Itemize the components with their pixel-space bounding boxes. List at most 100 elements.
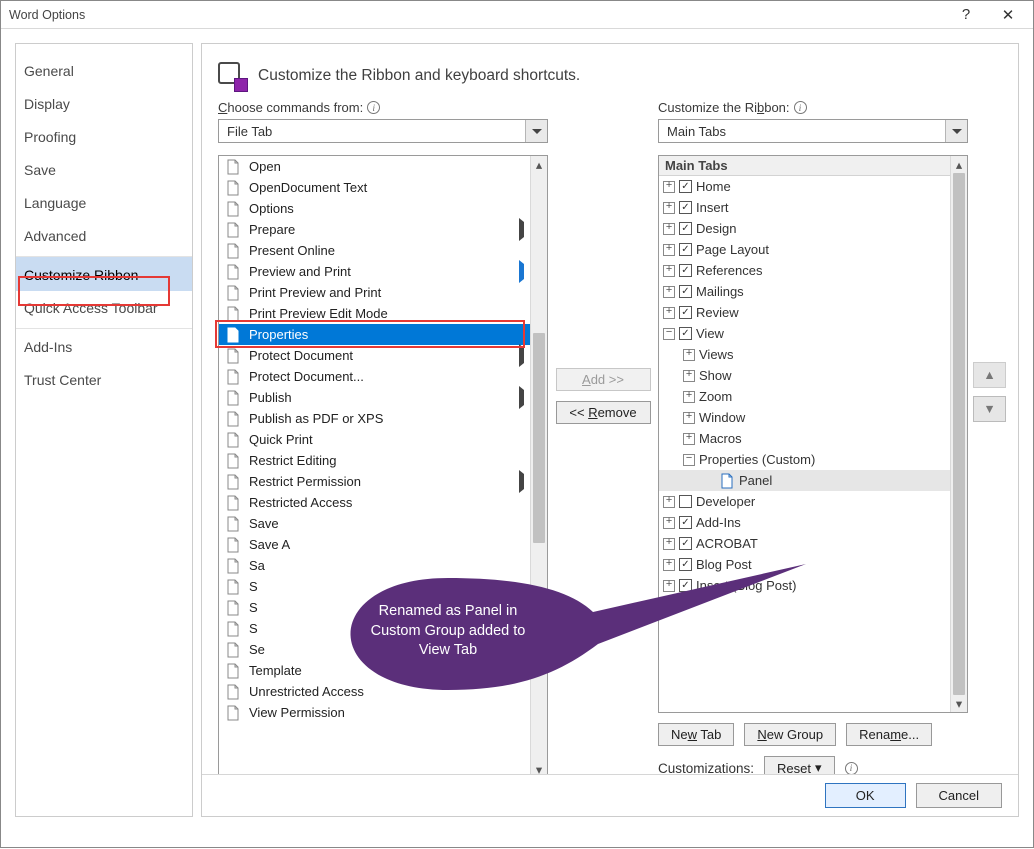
cancel-button[interactable]: Cancel — [916, 783, 1002, 808]
tree-tab[interactable]: +✓References — [659, 260, 950, 281]
expand-toggle[interactable]: + — [663, 538, 675, 550]
expand-toggle[interactable]: + — [663, 181, 675, 193]
move-down-button[interactable]: ▼ — [973, 396, 1006, 422]
tree-tab[interactable]: +✓ACROBAT — [659, 533, 950, 554]
close-button[interactable]: ✕ — [987, 2, 1029, 28]
expand-toggle[interactable]: − — [663, 328, 675, 340]
tree-command[interactable]: +Panel — [659, 470, 950, 491]
remove-button[interactable]: << Remove — [556, 401, 651, 424]
expand-toggle[interactable]: + — [663, 496, 675, 508]
ribbon-tree[interactable]: Main Tabs+✓Home+✓Insert+✓Design+✓Page La… — [658, 155, 968, 713]
commands-scrollbar[interactable]: ▴ ▾ — [530, 156, 547, 778]
nav-item-language[interactable]: Language — [16, 186, 192, 219]
command-item[interactable]: Se — [219, 639, 530, 660]
tree-tab[interactable]: +✓Add-Ins — [659, 512, 950, 533]
command-item[interactable]: Restricted Access — [219, 492, 530, 513]
expand-toggle[interactable]: + — [683, 349, 695, 361]
command-item[interactable]: Prepare — [219, 219, 530, 240]
checkbox-icon[interactable]: ✓ — [679, 285, 692, 298]
nav-item-proofing[interactable]: Proofing — [16, 120, 192, 153]
nav-item-advanced[interactable]: Advanced — [16, 219, 192, 252]
ribbon-scrollbar[interactable]: ▴ ▾ — [950, 156, 967, 712]
tree-tab[interactable]: +✓Blog Post — [659, 554, 950, 575]
command-item[interactable]: Save — [219, 513, 530, 534]
expand-toggle[interactable]: + — [663, 265, 675, 277]
tree-group[interactable]: +Views — [659, 344, 950, 365]
checkbox-icon[interactable]: ✓ — [679, 579, 692, 592]
scroll-up-icon[interactable]: ▴ — [951, 156, 967, 173]
checkbox-icon[interactable]: ✓ — [679, 180, 692, 193]
command-item[interactable]: Template — [219, 660, 530, 681]
tree-group[interactable]: −Properties (Custom) — [659, 449, 950, 470]
command-item[interactable]: Present Online — [219, 240, 530, 261]
tree-group[interactable]: +Macros — [659, 428, 950, 449]
expand-toggle[interactable]: + — [683, 370, 695, 382]
command-item[interactable]: View Permission — [219, 702, 530, 723]
command-item[interactable]: Print Preview and Print — [219, 282, 530, 303]
expand-toggle[interactable]: + — [683, 412, 695, 424]
command-item[interactable]: Properties — [219, 324, 530, 345]
expand-toggle[interactable]: + — [683, 391, 695, 403]
nav-item-display[interactable]: Display — [16, 87, 192, 120]
new-group-button[interactable]: New Group — [744, 723, 836, 746]
command-item[interactable]: Open — [219, 156, 530, 177]
checkbox-icon[interactable]: ✓ — [679, 516, 692, 529]
command-item[interactable]: Unrestricted Access — [219, 681, 530, 702]
nav-item-customize-ribbon[interactable]: Customize Ribbon — [16, 256, 192, 291]
command-item[interactable]: Publish as PDF or XPS — [219, 408, 530, 429]
chevron-down-icon[interactable] — [525, 120, 547, 142]
chevron-down-icon[interactable] — [945, 120, 967, 142]
command-item[interactable]: Save A — [219, 534, 530, 555]
expand-toggle[interactable]: + — [663, 202, 675, 214]
tree-tab[interactable]: +✓Review — [659, 302, 950, 323]
expand-toggle[interactable]: + — [663, 307, 675, 319]
expand-toggle[interactable]: + — [663, 517, 675, 529]
expand-toggle[interactable]: + — [663, 223, 675, 235]
nav-item-trust-center[interactable]: Trust Center — [16, 363, 192, 396]
commands-listbox[interactable]: OpenOpenDocument TextOptionsPreparePrese… — [218, 155, 548, 779]
command-item[interactable]: Print Preview Edit Mode — [219, 303, 530, 324]
tree-tab[interactable]: +✓Page Layout — [659, 239, 950, 260]
nav-item-general[interactable]: General — [16, 54, 192, 87]
expand-toggle[interactable]: + — [663, 244, 675, 256]
expand-toggle[interactable]: + — [663, 559, 675, 571]
command-item[interactable]: Preview and Print — [219, 261, 530, 282]
help-button[interactable]: ? — [945, 2, 987, 28]
tree-group[interactable]: +Window — [659, 407, 950, 428]
tree-group[interactable]: +Zoom — [659, 386, 950, 407]
checkbox-icon[interactable] — [679, 495, 692, 508]
tree-tab[interactable]: +✓Mailings — [659, 281, 950, 302]
command-item[interactable]: S — [219, 618, 530, 639]
expand-toggle[interactable]: + — [663, 286, 675, 298]
checkbox-icon[interactable]: ✓ — [679, 243, 692, 256]
new-tab-button[interactable]: New Tab — [658, 723, 734, 746]
expand-toggle[interactable]: + — [663, 580, 675, 592]
command-item[interactable]: Protect Document — [219, 345, 530, 366]
info-icon[interactable]: i — [367, 101, 380, 114]
command-item[interactable]: Protect Document... — [219, 366, 530, 387]
tree-tab[interactable]: +Developer — [659, 491, 950, 512]
command-item[interactable]: Restrict Editing — [219, 450, 530, 471]
tree-tab[interactable]: +✓Home — [659, 176, 950, 197]
checkbox-icon[interactable]: ✓ — [679, 327, 692, 340]
ok-button[interactable]: OK — [825, 783, 906, 808]
rename-button[interactable]: Rename... — [846, 723, 932, 746]
nav-item-add-ins[interactable]: Add-Ins — [16, 328, 192, 363]
command-item[interactable]: Options — [219, 198, 530, 219]
checkbox-icon[interactable]: ✓ — [679, 558, 692, 571]
checkbox-icon[interactable]: ✓ — [679, 264, 692, 277]
nav-item-quick-access-toolbar[interactable]: Quick Access Toolbar — [16, 291, 192, 324]
info-icon[interactable]: i — [845, 762, 858, 775]
customize-ribbon-combo[interactable]: Main Tabs — [658, 119, 968, 143]
info-icon[interactable]: i — [794, 101, 807, 114]
command-item[interactable]: S — [219, 576, 530, 597]
tree-tab[interactable]: −✓View — [659, 323, 950, 344]
nav-item-save[interactable]: Save — [16, 153, 192, 186]
choose-commands-combo[interactable]: File Tab — [218, 119, 548, 143]
command-item[interactable]: Quick Print — [219, 429, 530, 450]
tree-tab[interactable]: +✓Insert (Blog Post) — [659, 575, 950, 596]
scroll-down-icon[interactable]: ▾ — [951, 695, 967, 712]
command-item[interactable]: OpenDocument Text — [219, 177, 530, 198]
checkbox-icon[interactable]: ✓ — [679, 537, 692, 550]
tree-tab[interactable]: +✓Design — [659, 218, 950, 239]
